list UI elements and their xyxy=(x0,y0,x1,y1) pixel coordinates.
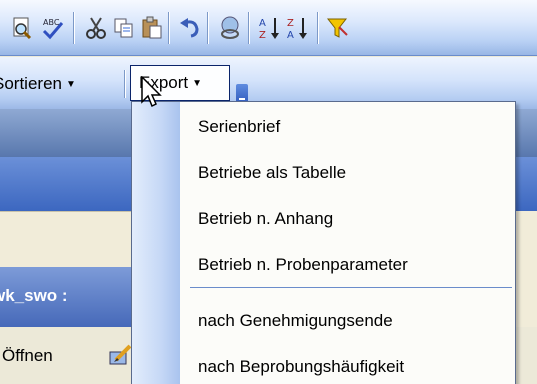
sort-descending-icon[interactable]: ZA xyxy=(284,14,312,42)
menu-divider xyxy=(190,287,512,288)
open-button-label[interactable]: Öffnen xyxy=(2,346,53,366)
menu-icon-gutter xyxy=(132,102,180,384)
cut-icon[interactable] xyxy=(82,14,110,42)
sort-ascending-icon[interactable]: AZ xyxy=(256,14,284,42)
menu-item-beprobungshaeufigkeit[interactable]: nach Beprobungshäufigkeit xyxy=(198,352,404,382)
menu-item-label: Serienbrief xyxy=(198,117,281,136)
standard-toolbar: ABC AZ ZA xyxy=(0,0,537,56)
filter-icon[interactable] xyxy=(324,14,352,42)
menu-item-label: nach Genehmigungsende xyxy=(198,311,393,330)
menu-item-label: nach Beprobungshäufigkeit xyxy=(198,357,405,376)
background-content-area xyxy=(0,211,132,267)
record-title: wk_swo : xyxy=(0,286,68,305)
menu-item-betrieb-anhang[interactable]: Betrieb n. Anhang xyxy=(198,204,333,234)
svg-text:ABC: ABC xyxy=(43,18,60,27)
background-right-header xyxy=(515,109,537,157)
menu-item-genehmigungsende[interactable]: nach Genehmigungsende xyxy=(198,306,393,336)
edit-pencil-icon[interactable] xyxy=(108,342,132,366)
svg-text:A: A xyxy=(259,18,266,29)
menu-item-label: Betrieb n. Anhang xyxy=(198,209,334,228)
sort-menu-label: Sortieren xyxy=(0,74,62,93)
svg-text:Z: Z xyxy=(259,30,266,41)
chevron-down-icon: ▼ xyxy=(65,78,76,90)
svg-text:A: A xyxy=(287,30,294,41)
hyperlink-icon[interactable] xyxy=(216,14,244,42)
sort-menu-button[interactable]: Sortieren ▼ xyxy=(0,69,76,99)
undo-icon[interactable] xyxy=(176,14,204,42)
menu-item-betrieb-probenparameter[interactable]: Betrieb n. Probenparameter xyxy=(198,250,408,280)
copy-icon[interactable] xyxy=(110,14,138,42)
menu-item-betriebe-tabelle[interactable]: Betriebe als Tabelle xyxy=(198,158,346,188)
paste-icon[interactable] xyxy=(138,14,166,42)
svg-text:Z: Z xyxy=(287,18,294,29)
background-right-section xyxy=(515,157,537,211)
menu-item-label: Betrieb n. Probenparameter xyxy=(198,255,408,274)
menu-item-label: Betriebe als Tabelle xyxy=(198,163,347,182)
spellcheck-icon[interactable]: ABC xyxy=(38,14,66,42)
chevron-down-icon: ▼ xyxy=(192,77,203,89)
background-right-footer xyxy=(515,327,537,384)
background-section-strip xyxy=(0,157,132,211)
background-header-strip xyxy=(0,109,132,157)
background-right-content xyxy=(515,211,537,327)
menu-item-serienbrief[interactable]: Serienbrief xyxy=(198,112,280,142)
export-dropdown-menu: Serienbrief Betriebe als Tabelle Betrieb… xyxy=(131,101,516,384)
mouse-pointer-icon xyxy=(140,75,164,108)
print-preview-icon[interactable] xyxy=(8,14,36,42)
